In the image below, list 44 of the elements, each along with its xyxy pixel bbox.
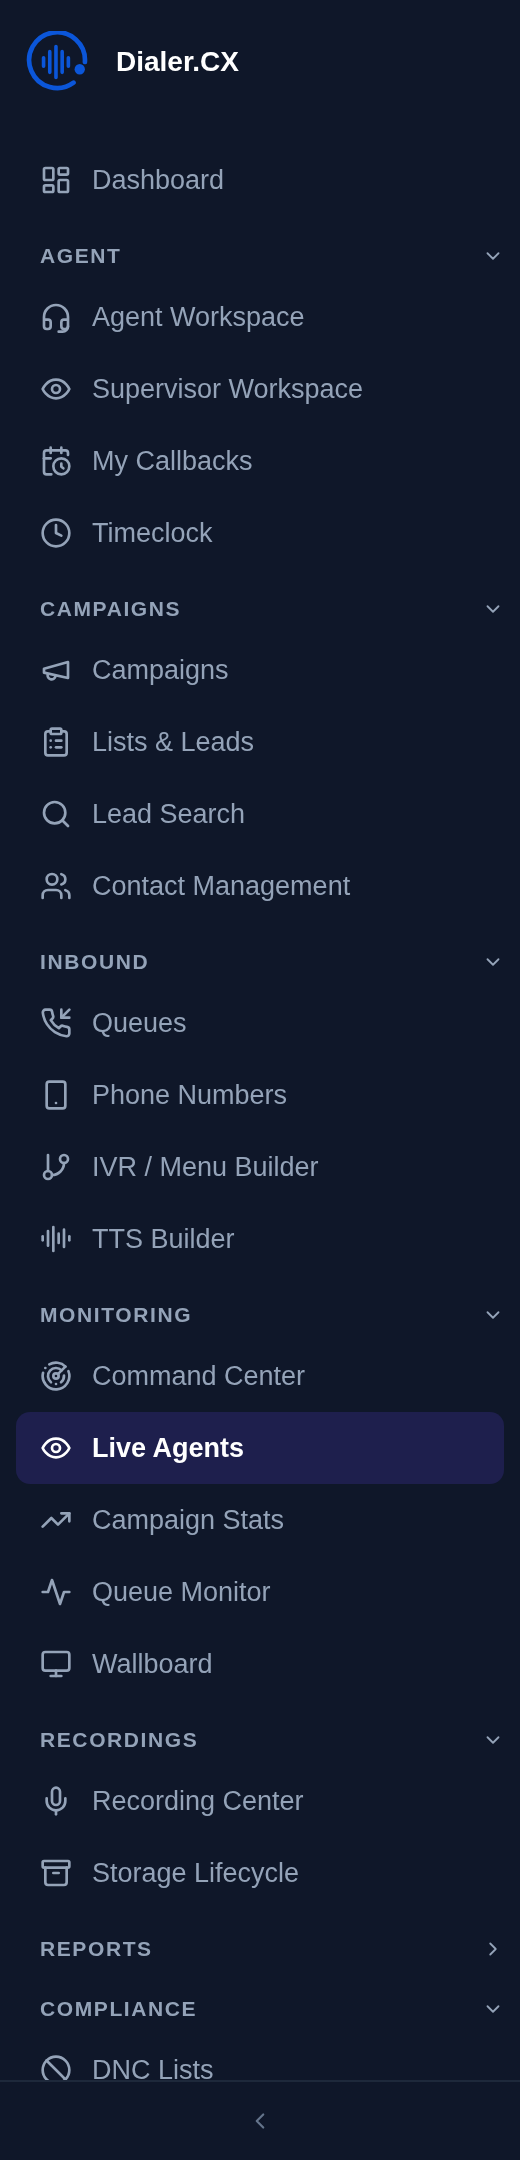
phone-icon xyxy=(40,1007,72,1039)
monitor-icon xyxy=(40,1648,72,1680)
nav-item[interactable]: Live Agents xyxy=(16,1412,504,1484)
nav-item[interactable]: Agent Workspace xyxy=(16,281,504,353)
nav-item[interactable]: Lead Search xyxy=(16,778,504,850)
nav-item[interactable]: Lists & Leads xyxy=(16,706,504,778)
branch-icon xyxy=(40,1151,72,1183)
archive-icon xyxy=(40,1857,72,1889)
pulse-icon xyxy=(40,1576,72,1608)
nav-item[interactable]: Wallboard xyxy=(16,1628,504,1700)
nav-item[interactable]: Queue Monitor xyxy=(16,1556,504,1628)
nav-item[interactable]: Campaigns xyxy=(16,634,504,706)
nav-item[interactable]: My Callbacks xyxy=(16,425,504,497)
nav-item[interactable]: IVR / Menu Builder xyxy=(16,1131,504,1203)
brand-name: Dialer.CX xyxy=(116,46,239,78)
dashboard-grid-icon xyxy=(40,164,72,196)
nav-item[interactable]: Campaign Stats xyxy=(16,1484,504,1556)
nav-item[interactable]: Dashboard xyxy=(16,144,504,216)
nav-item[interactable]: Contact Management xyxy=(16,850,504,922)
section-header[interactable]: COMPLIANCE xyxy=(40,1989,504,2029)
nav-item[interactable]: Timeclock xyxy=(16,497,504,569)
section-header[interactable]: MONITORING xyxy=(40,1295,504,1335)
search-icon xyxy=(40,798,72,830)
radar-icon xyxy=(40,1360,72,1392)
nav-item[interactable]: Storage Lifecycle xyxy=(16,1837,504,1909)
logo-icon xyxy=(26,31,88,93)
ban-icon xyxy=(40,2054,72,2080)
nav-item[interactable]: Phone Numbers xyxy=(16,1059,504,1131)
nav-item[interactable]: Queues xyxy=(16,987,504,1059)
nav-item[interactable]: Recording Center xyxy=(16,1765,504,1837)
users-icon xyxy=(40,870,72,902)
clock-icon xyxy=(40,517,72,549)
section-header[interactable]: CAMPAIGNS xyxy=(40,589,504,629)
calendar-clock-icon xyxy=(40,445,72,477)
nav-item[interactable]: Command Center xyxy=(16,1340,504,1412)
section-header[interactable]: AGENT xyxy=(40,236,504,276)
nav-item[interactable]: DNC Lists xyxy=(16,2034,504,2080)
nav-item[interactable]: TTS Builder xyxy=(16,1203,504,1275)
headset-icon xyxy=(40,301,72,333)
section-header[interactable]: RECORDINGS xyxy=(40,1720,504,1760)
waveform-icon xyxy=(40,1223,72,1255)
section-header[interactable]: REPORTS xyxy=(40,1929,504,1969)
nav-item[interactable]: Supervisor Workspace xyxy=(16,353,504,425)
section-header[interactable]: INBOUND xyxy=(40,942,504,982)
